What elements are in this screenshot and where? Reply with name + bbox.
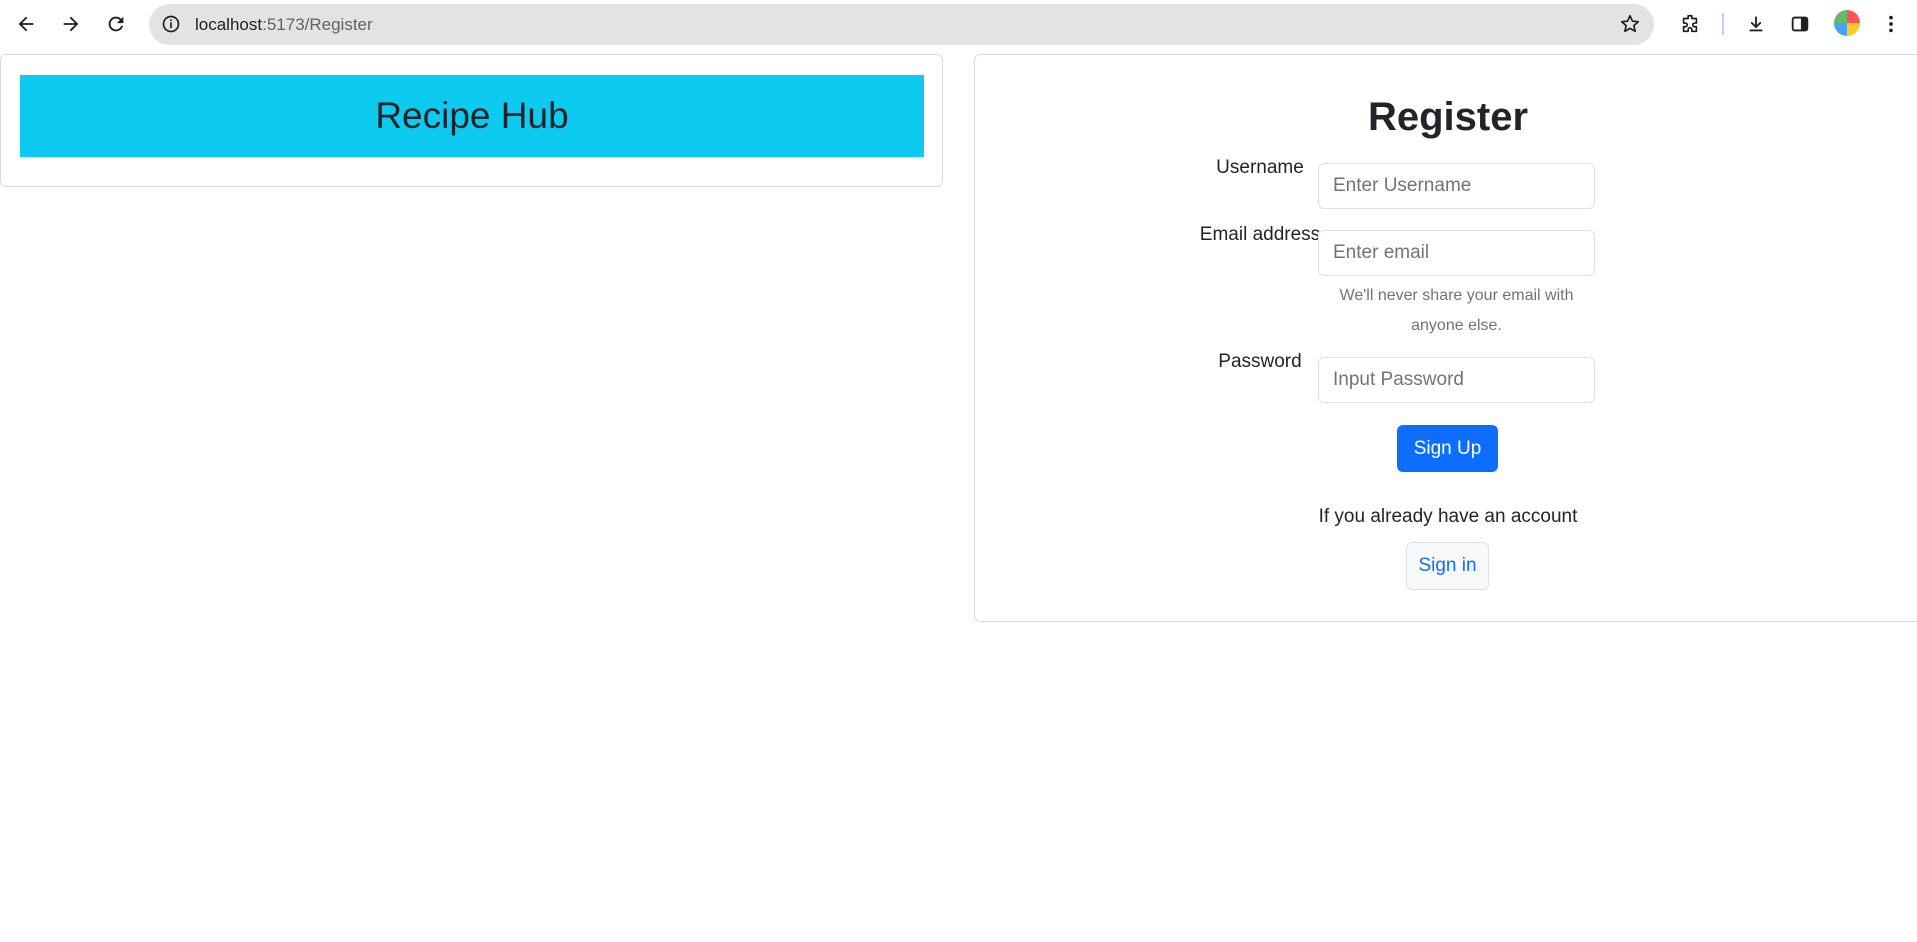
bookmark-star-icon[interactable] (1618, 12, 1642, 36)
url-text: localhost:5173/Register (195, 4, 373, 45)
address-bar[interactable]: localhost:5173/Register (149, 4, 1654, 45)
extensions-icon[interactable] (1672, 6, 1708, 42)
brand-banner: Recipe Hub (20, 75, 924, 157)
url-host: localhost (195, 15, 263, 34)
username-input[interactable] (1318, 163, 1595, 209)
menu-kebab-icon[interactable] (1873, 6, 1909, 42)
already-account-text: If you already have an account (1318, 506, 1578, 527)
email-input[interactable] (1318, 230, 1595, 276)
forward-icon[interactable] (53, 6, 89, 42)
browser-toolbar: localhost:5173/Register (0, 0, 1917, 48)
back-icon[interactable] (8, 6, 44, 42)
email-help-text: We'll never share your email with anyone… (1339, 287, 1574, 334)
url-path: :5173/Register (262, 15, 373, 34)
sign-up-button[interactable]: Sign Up (1397, 425, 1498, 472)
site-info-icon[interactable] (159, 12, 183, 36)
toolbar-divider (1722, 13, 1724, 35)
reload-icon[interactable] (98, 6, 134, 42)
register-card: Register Username Email address We'll ne… (974, 54, 1917, 622)
brand-card: Recipe Hub (0, 54, 943, 187)
sign-in-button[interactable]: Sign in (1406, 542, 1489, 590)
brand-title: Recipe Hub (375, 95, 569, 136)
register-title: Register (1367, 95, 1529, 139)
password-input[interactable] (1318, 357, 1595, 403)
side-panel-icon[interactable] (1782, 6, 1818, 42)
download-icon[interactable] (1738, 6, 1774, 42)
profile-avatar[interactable] (1834, 10, 1860, 36)
